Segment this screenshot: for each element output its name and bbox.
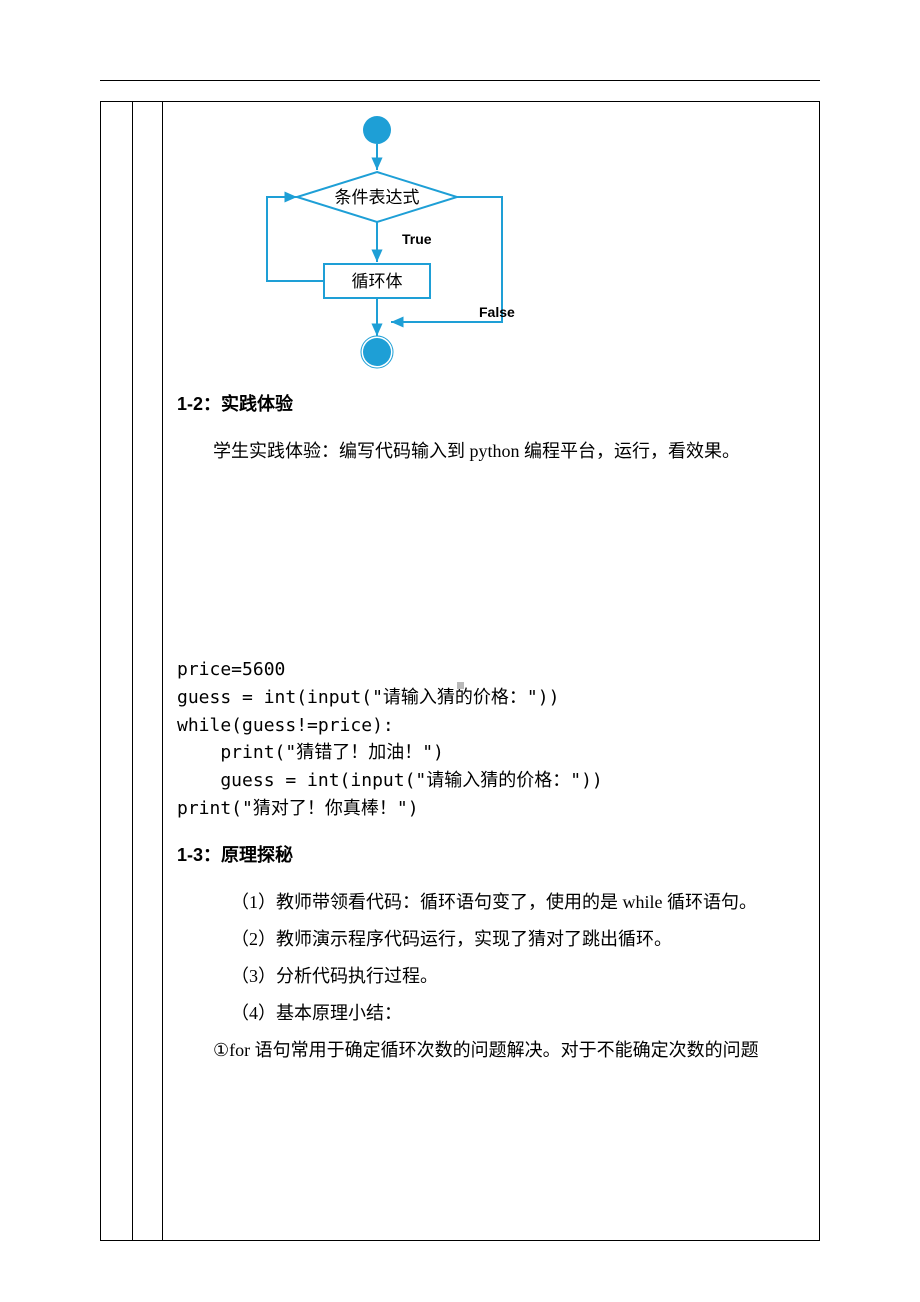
code-line: print("猜对了！你真棒！") xyxy=(177,798,419,819)
blank-gap xyxy=(177,470,805,656)
table-col-2 xyxy=(133,102,163,1240)
flowchart-loop-body-text: 循环体 xyxy=(352,272,403,291)
code-line: guess = int(input("请输入猜的价格：")) xyxy=(177,687,559,708)
section-1-3-item-1: （1）教师带领看代码：循环语句变了，使用的是 while 循环语句。 xyxy=(177,884,805,921)
code-line: print("猜错了！加油！") xyxy=(177,742,444,763)
flowchart-decision-text: 条件表达式 xyxy=(335,188,420,207)
section-1-3-item-4: （4）基本原理小结： xyxy=(177,995,805,1032)
code-block: price=5600 guess = int(input("请输入猜的价格：")… xyxy=(177,656,805,823)
table-col-1 xyxy=(101,102,133,1240)
section-1-3-item-3: （3）分析代码执行过程。 xyxy=(177,958,805,995)
content-table: 条件表达式 True 循环体 False xyxy=(100,101,820,1241)
flowchart-diagram: 条件表达式 True 循环体 False xyxy=(247,112,805,372)
section-1-3-item-2: （2）教师演示程序代码运行，实现了猜对了跳出循环。 xyxy=(177,921,805,958)
document-page: 条件表达式 True 循环体 False xyxy=(0,0,920,1302)
flowchart-false-label: False xyxy=(479,304,515,320)
section-1-2-title: 1-2：实践体验 xyxy=(177,386,805,423)
section-1-2-body: 学生实践体验：编写代码输入到 python 编程平台，运行，看效果。 xyxy=(177,433,805,470)
header-rule xyxy=(100,80,820,81)
flowchart-true-label: True xyxy=(402,231,432,247)
code-line: price=5600 xyxy=(177,659,285,680)
table-col-3: 条件表达式 True 循环体 False xyxy=(163,102,819,1240)
center-marker-icon xyxy=(457,682,464,689)
code-line: while(guess!=price): xyxy=(177,715,394,736)
section-1-3-title: 1-3：原理探秘 xyxy=(177,837,805,874)
code-line: guess = int(input("请输入猜的价格：")) xyxy=(177,770,603,791)
section-1-3-item-5: ①for 语句常用于确定循环次数的问题解决。对于不能确定次数的问题 xyxy=(177,1032,805,1069)
